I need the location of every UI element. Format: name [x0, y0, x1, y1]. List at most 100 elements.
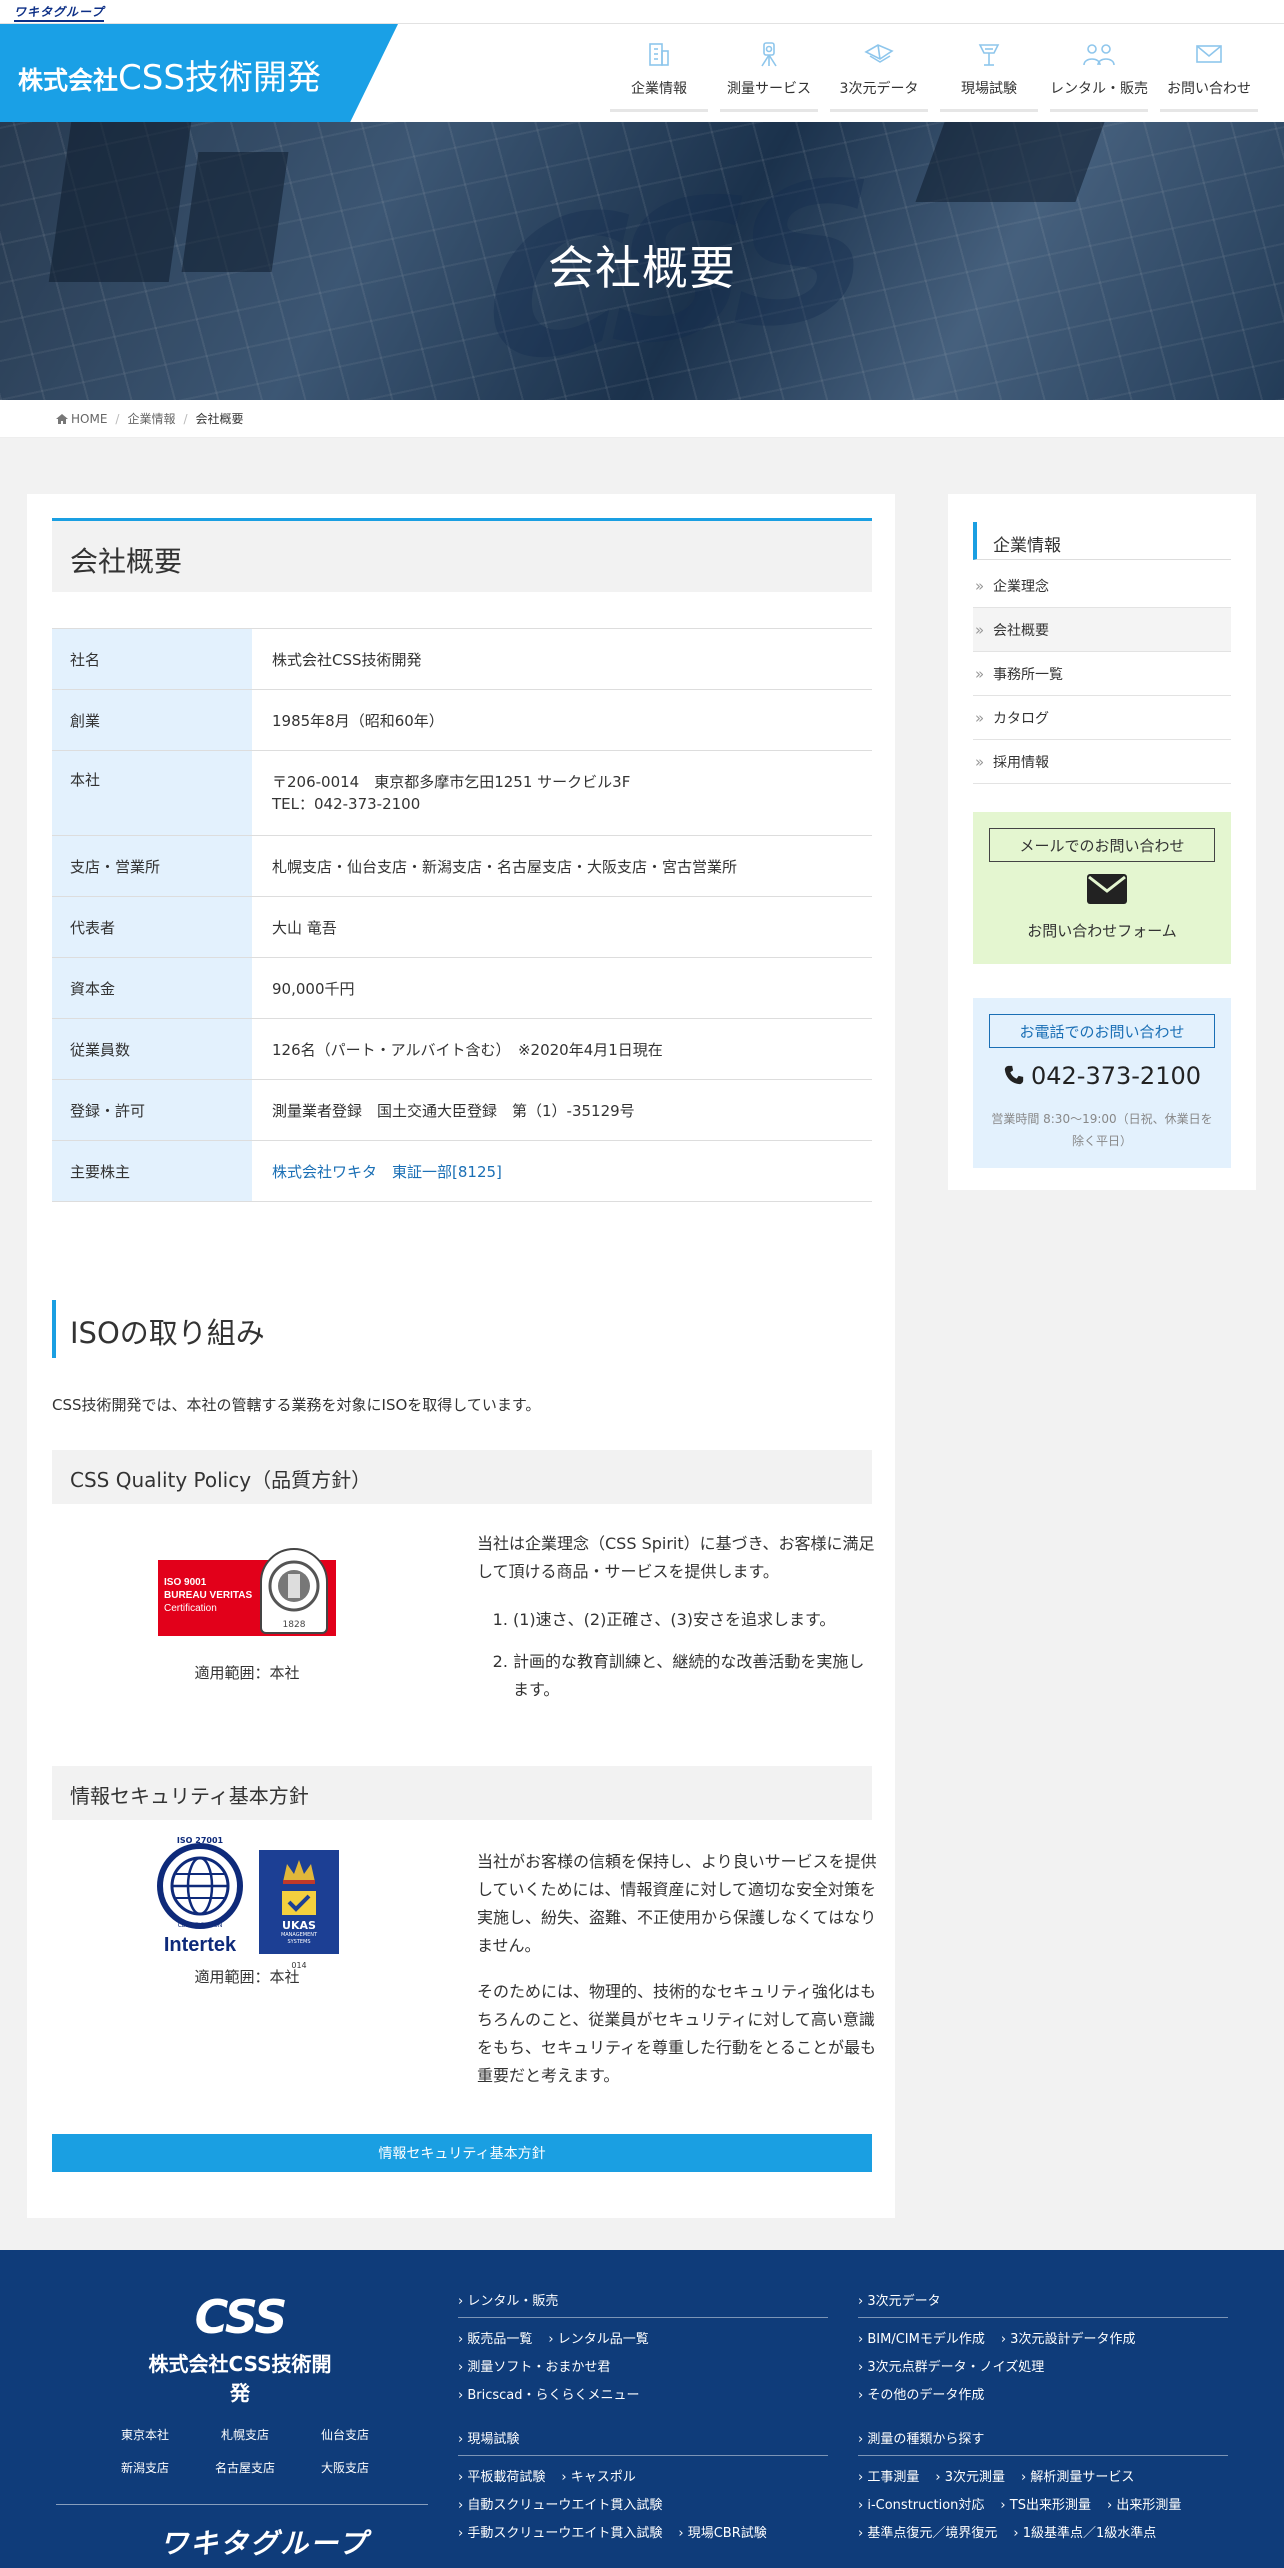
table-row: 社名 株式会社CSS技術開発: [52, 629, 872, 690]
phone-contact-box: お電話でのお問い合わせ 042-373-2100 営業時間 8:30～19:00…: [973, 998, 1231, 1168]
list-item: 計画的な教育訓練と、継続的な改善活動を実施します。: [513, 1648, 877, 1704]
hero-banner: CSS 会社概要: [0, 122, 1284, 400]
table-row: 資本金 90,000千円: [52, 958, 872, 1019]
sidebar-item-catalog[interactable]: カタログ: [973, 696, 1231, 740]
sidebar-title: 企業情報: [973, 522, 1231, 560]
footer-survey-type-menu: 測量の種類から探す 工事測量 3次元測量 解析測量サービス i-Constructi…: [858, 2428, 1228, 2548]
iso-heading: ISOの取り組み: [52, 1300, 872, 1358]
nav-rental-sales[interactable]: レンタル・販売: [1044, 24, 1154, 122]
sidebar-item-offices[interactable]: 事務所一覧: [973, 652, 1231, 696]
footer-branch-link[interactable]: 仙台支店: [295, 2426, 395, 2443]
global-nav: 企業情報 測量サービス 3次元データ 現場試験 レンタル・販売 お問い合わせ: [604, 24, 1264, 122]
footer-link[interactable]: キャスポル: [561, 2470, 635, 2485]
logo-text: 株式会社CSS技術開発: [18, 58, 321, 98]
home-icon: [56, 413, 68, 424]
footer-heading[interactable]: レンタル・販売: [458, 2290, 828, 2318]
sidebar: 企業情報 企業理念 会社概要 事務所一覧 カタログ 採用情報 メールでのお問い合…: [948, 494, 1256, 1190]
quality-policy-list: (1)速さ、(2)正確さ、(3)安さを追求します。 計画的な教育訓練と、継続的な…: [513, 1606, 877, 1704]
business-hours: 営業時間 8:30～19:00（日祝、休業日を除く平日）: [991, 1112, 1213, 1148]
footer-link[interactable]: BIM/CIMモデル作成: [858, 2332, 985, 2347]
footer-link[interactable]: 出来形測量: [1107, 2498, 1181, 2513]
nav-survey-service[interactable]: 測量サービス: [714, 24, 824, 122]
footer-3d-data-menu: 3次元データ BIM/CIMモデル作成 3次元設計データ作成 3次元点群データ・ノ…: [858, 2290, 1228, 2410]
footer-branch-link[interactable]: 大阪支店: [295, 2459, 395, 2476]
footer-logo[interactable]: CSS 株式会社CSS技術開発: [140, 2290, 340, 2406]
footer-branch-link[interactable]: 札幌支店: [195, 2426, 295, 2443]
nav-contact[interactable]: お問い合わせ: [1154, 24, 1264, 122]
crown-icon: [283, 1860, 315, 1884]
table-row: 支店・営業所 札幌支店・仙台支店・新潟支店・名古屋支店・大阪支店・宮古営業所: [52, 836, 872, 897]
table-row: 代表者 大山 竜吾: [52, 897, 872, 958]
group-topbar: ワキタグループ: [0, 0, 1284, 24]
shareholder-link[interactable]: 株式会社ワキタ 東証一部[8125]: [272, 1161, 852, 1182]
tick-icon: [282, 1891, 316, 1915]
contact-form-link[interactable]: お問い合わせフォーム: [973, 920, 1231, 941]
footer-link[interactable]: 3次元点群データ・ノイズ処理: [858, 2360, 1044, 2375]
main-content: 会社概要 社名 株式会社CSS技術開発 創業 1985年8月（昭和60年） 本社…: [27, 494, 895, 2218]
security-policy-heading: 情報セキュリティ基本方針: [52, 1766, 872, 1820]
building-icon: [641, 38, 677, 70]
iso27001-block: ISO 27001 CERTIFICATION Intertek UKAS MA…: [52, 1836, 442, 1987]
table-row: 登録・許可 測量業者登録 国土交通大臣登録 第（1）-35129号: [52, 1080, 872, 1141]
table-row: 本社 〒206-0014 東京都多摩市乞田1251 サークビル3F TEL：04…: [52, 751, 872, 836]
footer-heading[interactable]: 3次元データ: [858, 2290, 1228, 2318]
sidebar-item-recruit[interactable]: 採用情報: [973, 740, 1231, 784]
people-icon: [1081, 38, 1117, 70]
footer-link[interactable]: 解析測量サービス: [1021, 2470, 1134, 2485]
footer-link[interactable]: 基準点復元／境界復元: [858, 2526, 997, 2541]
footer-branch-link[interactable]: 名古屋支店: [195, 2459, 295, 2476]
footer-branches: 東京本社 札幌支店 仙台支店 新潟支店 名古屋支店 大阪支店: [95, 2426, 395, 2476]
footer-link[interactable]: 自動スクリューウエイト貫入試験: [458, 2498, 662, 2513]
footer-link[interactable]: 販売品一覧: [458, 2332, 532, 2347]
footer-link[interactable]: 1級基準点／1級水準点: [1013, 2526, 1156, 2541]
page-title: 会社概要: [548, 241, 736, 295]
footer-wakita-logo[interactable]: ワキタグループ: [160, 2522, 368, 2562]
breadcrumb-current: 会社概要: [195, 412, 244, 426]
footer-link[interactable]: i-Construction対応: [858, 2498, 984, 2513]
site-header: 株式会社CSS技術開発 企業情報 測量サービス 3次元データ 現場試験 レンタル…: [0, 24, 1284, 122]
phone-contact-label: お電話でのお問い合わせ: [989, 1014, 1215, 1048]
table-row: 創業 1985年8月（昭和60年）: [52, 690, 872, 751]
bureau-veritas-seal: 1828: [260, 1548, 328, 1634]
footer-link[interactable]: レンタル品一覧: [548, 2332, 648, 2347]
site-logo[interactable]: 株式会社CSS技術開発: [0, 24, 398, 122]
sidebar-item-overview[interactable]: 会社概要: [973, 608, 1231, 652]
security-scope: 適用範囲：本社: [194, 1968, 300, 1986]
footer-link[interactable]: Bricscad・らくらくメニュー: [458, 2388, 640, 2403]
footer-link[interactable]: 3次元設計データ作成: [1001, 2332, 1136, 2347]
breadcrumb-home[interactable]: HOME: [71, 412, 107, 426]
security-policy-text: 当社がお客様の信頼を保持し、より良いサービスを提供していくためには、情報資産に対…: [477, 1852, 877, 2085]
iso9001-badge: ISO 9001 BUREAU VERITAS Certification 18…: [158, 1548, 336, 1636]
footer-heading[interactable]: 測量の種類から探す: [858, 2428, 1228, 2456]
breadcrumb-parent[interactable]: 企業情報: [127, 410, 175, 427]
nav-company-info[interactable]: 企業情報: [604, 24, 714, 122]
content-area: 会社概要 社名 株式会社CSS技術開発 創業 1985年8月（昭和60年） 本社…: [0, 438, 1284, 2250]
mail-icon: [1191, 38, 1227, 70]
mail-contact-label[interactable]: メールでのお問い合わせ: [989, 828, 1215, 862]
nav-3d-data[interactable]: 3次元データ: [824, 24, 934, 122]
wakita-group-logo[interactable]: ワキタグループ: [14, 3, 105, 22]
footer-link[interactable]: 測量ソフト・おまかせ君: [458, 2360, 610, 2375]
phone-number[interactable]: 042-373-2100: [973, 1062, 1231, 1090]
footer-link[interactable]: 現場CBR試験: [678, 2526, 766, 2541]
security-policy-button[interactable]: 情報セキュリティ基本方針: [52, 2134, 872, 2172]
footer-heading[interactable]: 現場試験: [458, 2428, 828, 2456]
footer-link[interactable]: TS出来形測量: [1000, 2498, 1091, 2513]
footer-link[interactable]: 平板載荷試験: [458, 2470, 545, 2485]
nav-site-test[interactable]: 現場試験: [934, 24, 1044, 122]
footer-branch-link[interactable]: 新潟支店: [95, 2459, 195, 2476]
quality-policy-text: 当社は企業理念（CSS Spirit）に基づき、お客様に満足して頂ける商品・サー…: [477, 1530, 877, 1718]
footer-rental-menu: レンタル・販売 販売品一覧 レンタル品一覧 測量ソフト・おまかせ君 Bricsca…: [458, 2290, 828, 2410]
footer-link[interactable]: 手動スクリューウエイト貫入試験: [458, 2526, 662, 2541]
footer-branch-link[interactable]: 東京本社: [95, 2426, 195, 2443]
breadcrumb: HOME / 企業情報 / 会社概要: [0, 400, 1284, 438]
quality-policy-heading: CSS Quality Policy（品質方針）: [52, 1450, 872, 1504]
footer-link[interactable]: 工事測量: [858, 2470, 919, 2485]
site-test-icon: [971, 38, 1007, 70]
ukas-logo: UKAS MANAGEMENT SYSTEMS 014: [259, 1850, 339, 1970]
sidebar-item-philosophy[interactable]: 企業理念: [973, 564, 1231, 608]
site-footer: CSS 株式会社CSS技術開発 東京本社 札幌支店 仙台支店 新潟支店 名古屋支…: [0, 2250, 1284, 2568]
footer-link[interactable]: 3次元測量: [935, 2470, 1005, 2485]
footer-link[interactable]: その他のデータ作成: [858, 2388, 984, 2403]
iso9001-block: ISO 9001 BUREAU VERITAS Certification 18…: [52, 1548, 442, 1683]
